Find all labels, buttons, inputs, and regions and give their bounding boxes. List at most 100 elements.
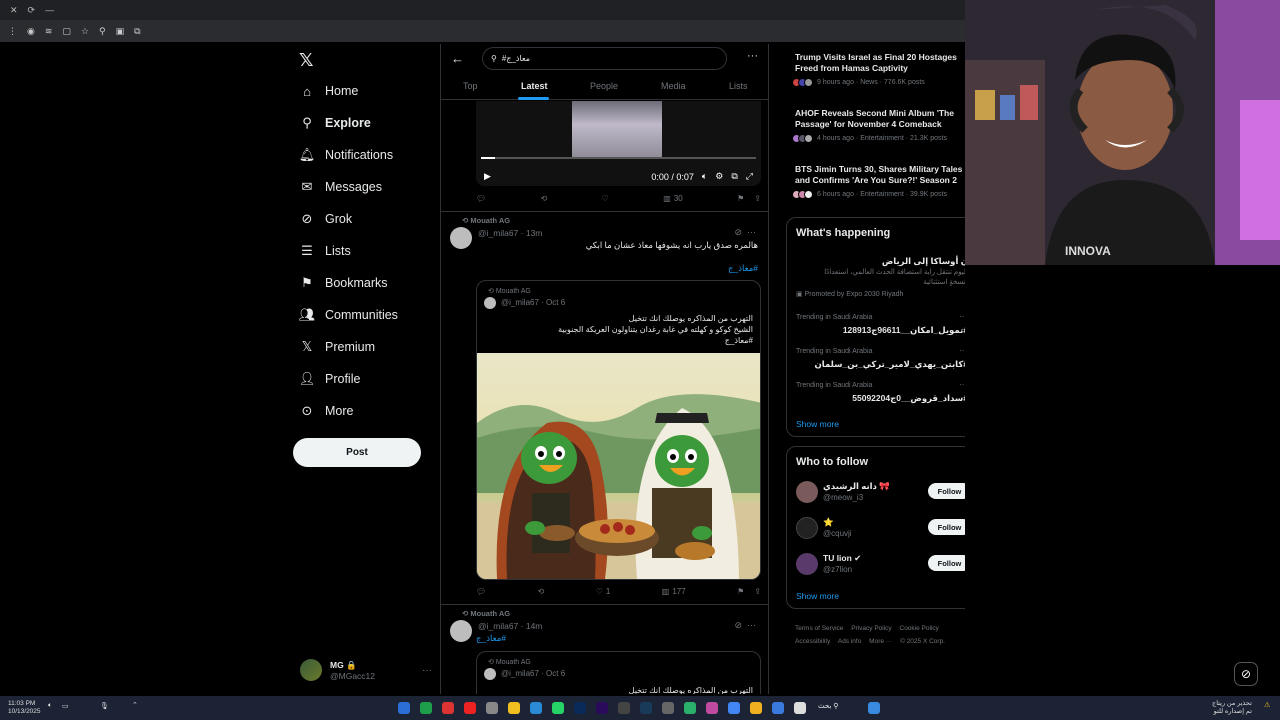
menu-icon[interactable]: ⋮ xyxy=(8,26,17,37)
warning-icon[interactable]: ⚠ xyxy=(1264,701,1270,709)
video-progress-bar[interactable] xyxy=(481,157,756,159)
xbox-icon[interactable] xyxy=(420,702,432,714)
steam-icon[interactable] xyxy=(640,702,652,714)
nav-more[interactable]: ⊙ More xyxy=(300,400,354,422)
tab-top[interactable]: Top xyxy=(463,81,478,91)
reload-icon[interactable]: ⟳ xyxy=(28,5,36,16)
footer-link[interactable]: Accessibility xyxy=(795,638,830,645)
footer-link[interactable]: Privacy Policy xyxy=(851,625,891,632)
nav-explore[interactable]: ⚲ Explore xyxy=(300,112,371,134)
taskbar-clock[interactable]: 11:03 PM 10/13/2025 xyxy=(8,700,41,716)
tab-icon[interactable]: ▢ xyxy=(62,26,71,37)
start-icon[interactable] xyxy=(868,702,880,714)
extension-icon[interactable]: ≋ xyxy=(45,26,53,37)
app-icon[interactable] xyxy=(772,702,784,714)
quote-image[interactable] xyxy=(477,353,760,579)
news-item[interactable]: Trump Visits Israel as Final 20 Hostages… xyxy=(792,52,965,87)
chrome-icon[interactable] xyxy=(728,702,740,714)
reply-icon[interactable]: 💬︎ xyxy=(476,587,486,596)
show-more-link[interactable]: Show more xyxy=(796,419,839,429)
retweet-icon[interactable]: ⟲ xyxy=(538,587,545,596)
youtube-icon[interactable] xyxy=(464,702,476,714)
footer-link[interactable]: Ads info xyxy=(838,638,862,645)
trend-name[interactable]: #سداد_قروض__0ج55092204 xyxy=(852,393,968,404)
fullscreen-icon[interactable]: ⤢ xyxy=(746,171,753,182)
play-icon[interactable]: ▶ xyxy=(484,171,491,182)
tweet-handle[interactable]: @i_mila67 · 13m xyxy=(478,228,542,238)
views-button[interactable]: ▥ 177 xyxy=(662,587,686,596)
chevron-up-icon[interactable]: ⌃ xyxy=(132,701,138,709)
app-icon[interactable] xyxy=(684,702,696,714)
tab-latest[interactable]: Latest xyxy=(521,81,548,91)
nav-home[interactable]: ⌂ Home xyxy=(300,80,358,102)
star-icon[interactable]: ☆ xyxy=(81,26,89,37)
volume-icon[interactable]: 🔈︎ xyxy=(702,171,707,182)
share-icon[interactable]: ⇪ xyxy=(754,587,761,596)
screenshot-icon[interactable]: ⧉ xyxy=(134,26,140,37)
tab-people[interactable]: People xyxy=(590,81,618,91)
more-icon[interactable]: ··· xyxy=(422,665,432,676)
avatar[interactable] xyxy=(450,620,472,642)
taskbar-search[interactable]: بحث ⚲ xyxy=(818,702,838,710)
share-icon[interactable]: ⇪ xyxy=(754,194,761,203)
cast-icon[interactable]: ▣ xyxy=(116,26,125,37)
mic-icon[interactable]: 🎙︎ xyxy=(100,702,109,710)
news-item[interactable]: BTS Jimin Turns 30, Shares Military Tale… xyxy=(792,164,965,199)
app-icon[interactable] xyxy=(706,702,718,714)
app-icon[interactable] xyxy=(794,702,806,714)
nav-premium[interactable]: 𝕏 Premium xyxy=(300,336,375,358)
photoshop-icon[interactable] xyxy=(574,702,586,714)
promo-title[interactable]: ن أوساكا إلى الرياض xyxy=(882,256,968,267)
video-player[interactable]: ▶ 0:00 / 0:07 🔈︎ ⚙ ⧉ ⤢ xyxy=(476,101,761,186)
nav-bookmarks[interactable]: ⚑ Bookmarks xyxy=(300,272,387,294)
tweet-handle[interactable]: @i_mila67 · 14m xyxy=(478,621,542,631)
footer-link[interactable]: More ··· xyxy=(869,638,892,645)
settings-icon[interactable]: ⚙ xyxy=(715,171,723,182)
trend-name[interactable]: #كابتن_يهدي_لامير_تركي_بن_سلمان xyxy=(815,359,969,370)
hashtag-link[interactable]: #معاذ_ج xyxy=(728,263,758,274)
app-icon[interactable] xyxy=(486,702,498,714)
x-logo-icon[interactable]: 𝕏 xyxy=(299,50,314,71)
news-item[interactable]: AHOF Reveals Second Mini Album 'The Pass… xyxy=(792,108,965,143)
show-more-link[interactable]: Show more xyxy=(796,591,839,601)
back-arrow-icon[interactable]: ← xyxy=(451,51,464,66)
folder-icon[interactable] xyxy=(750,702,762,714)
minimize-icon[interactable]: — xyxy=(45,5,54,15)
tweet-menu[interactable]: ⊘ ··· xyxy=(734,620,756,631)
follow-suggestion[interactable]: دانه الرشيدي 🎀 @meow_i3 Follow xyxy=(796,479,971,505)
avatar[interactable] xyxy=(450,227,472,249)
more-icon[interactable]: ··· xyxy=(747,50,758,62)
follow-suggestion[interactable]: TU lion ✔ @z7lion Follow xyxy=(796,551,971,577)
reply-icon[interactable]: 💬︎ xyxy=(476,194,486,203)
nav-messages[interactable]: ✉ Messages xyxy=(300,176,382,198)
app-icon[interactable] xyxy=(508,702,520,714)
grok-icon[interactable]: ⊘ xyxy=(1234,662,1258,686)
retweet-icon[interactable]: ⟲ xyxy=(541,194,548,203)
app-icon[interactable] xyxy=(442,702,454,714)
volume-icon[interactable]: 🔈︎ xyxy=(48,702,52,710)
views-button[interactable]: ▥ 30 xyxy=(663,194,682,203)
tweet-menu[interactable]: ⊘ ··· xyxy=(734,227,756,238)
windows-icon[interactable] xyxy=(398,702,410,714)
search-input[interactable]: ⚲ #معاذ_ج xyxy=(482,47,727,70)
network-icon[interactable]: ▭ xyxy=(62,702,69,710)
nav-notifications[interactable]: 🔔︎ Notifications xyxy=(299,144,393,166)
profile-icon[interactable]: ◉ xyxy=(27,26,35,37)
pip-icon[interactable]: ⧉ xyxy=(731,171,737,182)
nav-communities[interactable]: 👥︎ Communities xyxy=(299,304,398,326)
tab-media[interactable]: Media xyxy=(661,81,686,91)
hashtag-link[interactable]: #معاذ_ج xyxy=(476,633,506,644)
whatsapp-icon[interactable] xyxy=(552,702,564,714)
nav-grok[interactable]: ⊘ Grok xyxy=(300,208,353,230)
bookmark-icon[interactable]: ⚑ xyxy=(737,587,744,596)
close-window-icon[interactable]: ✕ xyxy=(10,5,18,16)
app-icon[interactable] xyxy=(618,702,630,714)
quoted-tweet[interactable]: ⟲ Mouath AG @i_mila67 · Oct 6 التهرب من … xyxy=(476,280,761,580)
tab-lists[interactable]: Lists xyxy=(729,81,748,91)
notification-area[interactable]: تحذير من ريتاج تم إصداره للتو xyxy=(1212,700,1252,716)
quoted-tweet[interactable]: ⟲ Mouath AG @i_mila67 · Oct 6 التهرب من … xyxy=(476,651,761,694)
follow-suggestion[interactable]: ⭐ @cquvji Follow xyxy=(796,515,971,541)
app-icon[interactable] xyxy=(530,702,542,714)
bookmark-icon[interactable]: ⚑ xyxy=(737,194,744,203)
account-switcher[interactable]: MG 🔒 @MGacc12 ··· xyxy=(300,659,440,681)
